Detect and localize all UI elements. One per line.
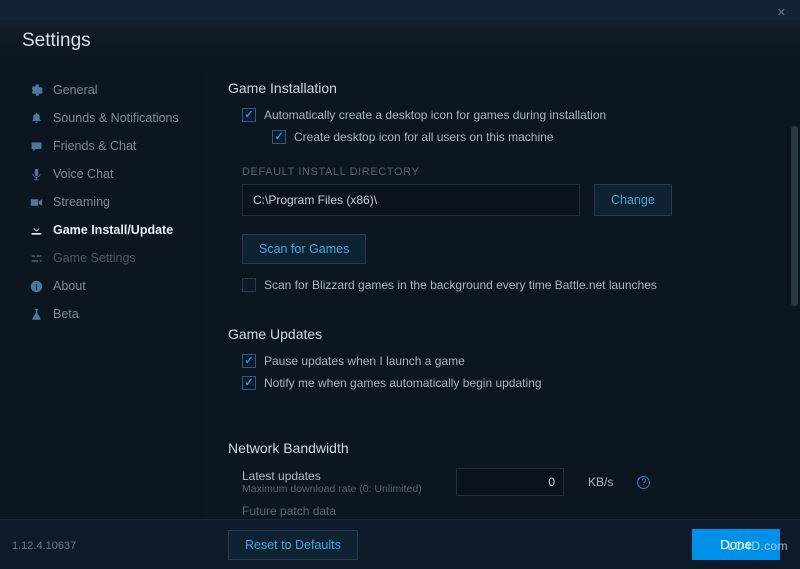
- checkbox-label: Scan for Blizzard games in the backgroun…: [264, 278, 657, 292]
- install-dir-subhead: DEFAULT INSTALL DIRECTORY: [242, 166, 770, 178]
- checkbox-label: Automatically create a desktop icon for …: [264, 108, 606, 122]
- sidebar-item-install[interactable]: Game Install/Update: [0, 216, 201, 244]
- bandwidth-latest-row: Latest updates Maximum download rate (0:…: [228, 468, 770, 496]
- sidebar-item-label: Streaming: [53, 195, 110, 209]
- checkbox-row-all-users[interactable]: Create desktop icon for all users on thi…: [228, 130, 770, 144]
- checkbox-bg-scan[interactable]: [242, 278, 256, 292]
- install-dir-row: Change: [228, 184, 770, 216]
- sidebar-item-friends[interactable]: Friends & Chat: [0, 132, 201, 160]
- sidebar-item-label: Voice Chat: [53, 167, 113, 181]
- mic-icon: [30, 168, 43, 181]
- sliders-icon: [30, 252, 43, 265]
- sidebar-item-label: Friends & Chat: [53, 139, 136, 153]
- sidebar-item-label: Game Install/Update: [53, 223, 173, 237]
- info-icon: [30, 280, 43, 293]
- sidebar-item-general[interactable]: General: [0, 76, 201, 104]
- version-label: 1.12.4.10637: [12, 540, 76, 552]
- flask-icon: [30, 308, 43, 321]
- sidebar-item-gamesettings[interactable]: Game Settings: [0, 244, 201, 272]
- sidebar-item-label: Game Settings: [53, 251, 136, 265]
- scrollbar-thumb[interactable]: [791, 126, 798, 306]
- header: Settings: [0, 20, 800, 66]
- chat-icon: [30, 140, 43, 153]
- gear-icon: [30, 84, 43, 97]
- checkbox-notify-updates[interactable]: [242, 376, 256, 390]
- watermark: LO4D.com: [727, 539, 788, 553]
- bandwidth-future-row: Future patch data: [228, 504, 770, 518]
- checkbox-label: Notify me when games automatically begin…: [264, 376, 542, 390]
- bandwidth-future-label: Future patch data: [242, 504, 432, 518]
- sidebar-item-label: General: [53, 83, 97, 97]
- titlebar: ✕: [0, 0, 800, 20]
- bandwidth-latest-help: Maximum download rate (0: Unlimited): [242, 483, 432, 495]
- sidebar-item-label: Beta: [53, 307, 79, 321]
- sidebar-item-label: Sounds & Notifications: [53, 111, 179, 125]
- checkbox-row-bg-scan[interactable]: Scan for Blizzard games in the backgroun…: [228, 278, 770, 292]
- install-dir-input[interactable]: [242, 184, 580, 216]
- download-icon: [30, 224, 43, 237]
- checkbox-pause-updates[interactable]: [242, 354, 256, 368]
- close-icon[interactable]: ✕: [777, 6, 786, 19]
- checkbox-row-notify[interactable]: Notify me when games automatically begin…: [228, 376, 770, 390]
- change-button[interactable]: Change: [594, 184, 672, 216]
- bandwidth-unit: KB/s: [588, 475, 613, 489]
- bell-icon: [30, 112, 43, 125]
- sidebar-item-about[interactable]: About: [0, 272, 201, 300]
- checkbox-label: Create desktop icon for all users on thi…: [294, 130, 553, 144]
- bandwidth-latest-label: Latest updates: [242, 469, 432, 483]
- sidebar: General Sounds & Notifications Friends &…: [0, 66, 202, 569]
- checkbox-all-users[interactable]: [272, 130, 286, 144]
- sidebar-item-streaming[interactable]: Streaming: [0, 188, 201, 216]
- section-title-install: Game Installation: [228, 80, 770, 96]
- settings-window: ✕ Settings General Sounds & Notification…: [0, 0, 800, 569]
- bandwidth-latest-input[interactable]: [456, 468, 564, 496]
- checkbox-label: Pause updates when I launch a game: [264, 354, 465, 368]
- sidebar-item-voice[interactable]: Voice Chat: [0, 160, 201, 188]
- scan-for-games-button[interactable]: Scan for Games: [242, 234, 366, 264]
- page-title: Settings: [22, 30, 778, 52]
- footer: Reset to Defaults Done: [0, 519, 800, 569]
- help-icon[interactable]: ?: [637, 476, 650, 489]
- content-panel: Game Installation Automatically create a…: [202, 66, 800, 569]
- sidebar-item-beta[interactable]: Beta: [0, 300, 201, 328]
- sidebar-item-label: About: [53, 279, 86, 293]
- sidebar-item-sounds[interactable]: Sounds & Notifications: [0, 104, 201, 132]
- section-title-updates: Game Updates: [228, 326, 770, 342]
- body: General Sounds & Notifications Friends &…: [0, 66, 800, 569]
- checkbox-auto-icon[interactable]: [242, 108, 256, 122]
- section-title-bandwidth: Network Bandwidth: [228, 440, 770, 456]
- reset-defaults-button[interactable]: Reset to Defaults: [228, 530, 358, 560]
- camera-icon: [30, 196, 43, 209]
- checkbox-row-auto-icon[interactable]: Automatically create a desktop icon for …: [228, 108, 770, 122]
- checkbox-row-pause[interactable]: Pause updates when I launch a game: [228, 354, 770, 368]
